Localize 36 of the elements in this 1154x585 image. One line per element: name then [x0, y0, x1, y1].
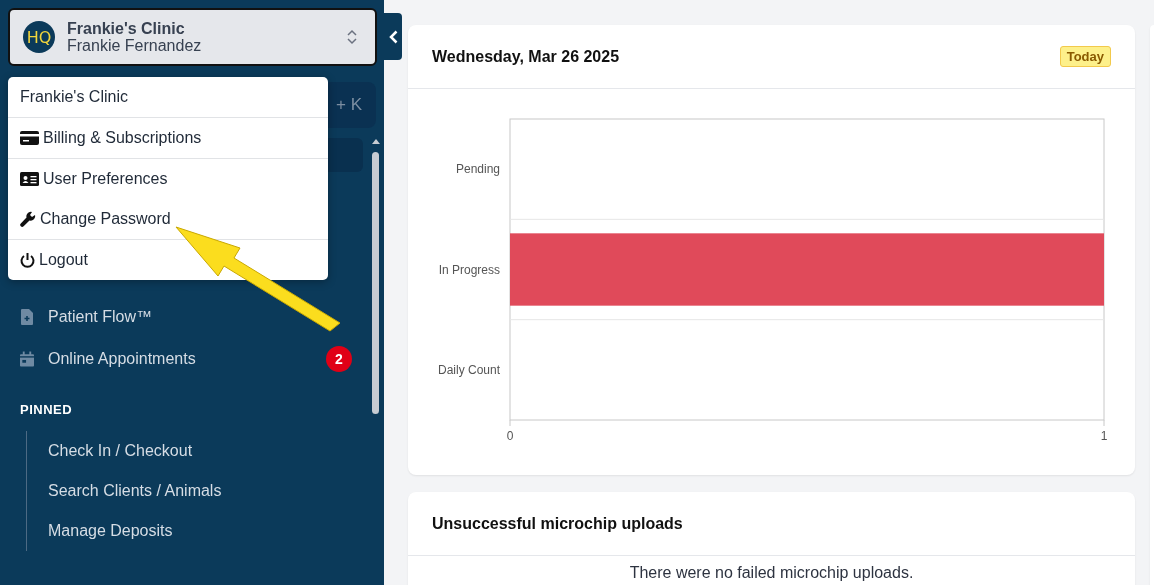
pinned-link[interactable]: Search Clients / Animals	[27, 471, 384, 511]
user-name: Frankie Fernandez	[67, 37, 203, 54]
x-tick-label: 1	[1100, 429, 1108, 443]
menu-item[interactable]: User Preferences	[8, 159, 328, 199]
file-plus-icon	[20, 309, 34, 325]
wrench-icon	[20, 211, 36, 227]
x-tick: 0	[506, 419, 514, 443]
calendar-icon	[20, 351, 34, 367]
pinned-link[interactable]: Check In / Checkout	[27, 431, 384, 471]
category-label: Pending	[455, 162, 500, 177]
shortcut-hint: + K	[336, 95, 362, 115]
category-label: In Progress	[438, 262, 500, 277]
card-title: Wednesday, Mar 26 2025	[432, 47, 620, 66]
id-card-icon	[20, 172, 39, 186]
nav-item[interactable]: Online Appointments 2	[0, 338, 384, 380]
collapse-sidebar-button[interactable]	[384, 13, 402, 60]
credit-card-icon	[20, 131, 39, 145]
clinic-logo: HQ	[23, 21, 55, 53]
power-icon	[20, 252, 35, 268]
today-badge: Today	[1059, 46, 1111, 67]
menu-item[interactable]: Billing & Subscriptions	[8, 118, 328, 158]
card-title: Unsuccessful microchip uploads	[432, 514, 683, 533]
pinned-link[interactable]: Manage Deposits	[27, 511, 384, 551]
chevron-left-icon	[388, 29, 398, 44]
chevron-up-down-icon	[347, 29, 357, 45]
count-badge: 2	[326, 346, 352, 372]
x-tick-label: 0	[506, 429, 514, 443]
menu-item[interactable]: Change Password	[8, 199, 328, 239]
category-label: Daily Count	[437, 362, 500, 377]
clinic-name: Frankie's Clinic	[67, 20, 186, 37]
menu-item[interactable]: Frankie's Clinic	[8, 77, 328, 117]
section-heading: PINNED	[20, 402, 74, 417]
x-tick: 1	[1100, 419, 1108, 443]
nav-item[interactable]: Patient Flow™	[0, 296, 384, 338]
menu-item[interactable]: Logout	[8, 240, 328, 280]
empty-message: There were no failed microchip uploads.	[628, 563, 915, 582]
